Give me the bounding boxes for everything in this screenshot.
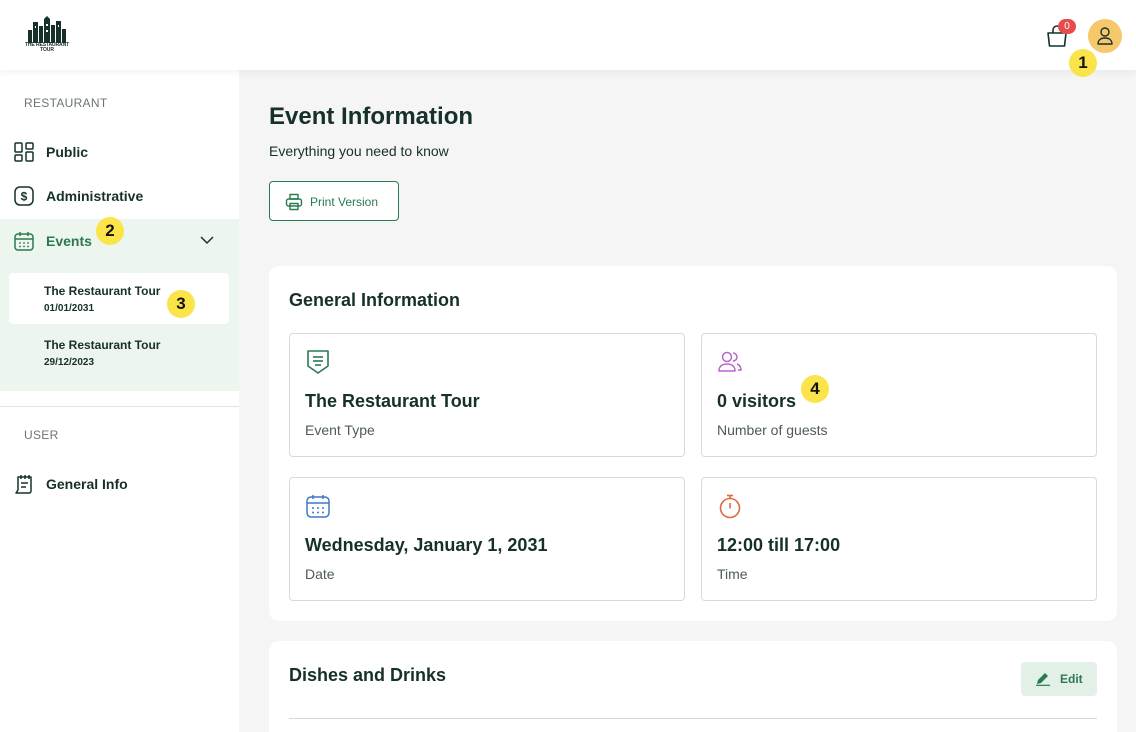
annotation-marker-1: 1: [1069, 49, 1097, 77]
page-title: Event Information: [269, 103, 474, 130]
annotation-marker-3: 3: [167, 290, 195, 318]
dishes-and-drinks-card: Dishes and Drinks Edit: [269, 641, 1117, 732]
sidebar-divider: [0, 406, 239, 407]
general-information-title: General Information: [289, 290, 461, 310]
sidebar-item-label: General Info: [46, 476, 128, 492]
restaurant-tour-logo[interactable]: THE RESTAURANT TOUR: [22, 16, 72, 54]
print-version-label: Print Version: [310, 195, 379, 209]
time-value: 12:00 till 17:00: [717, 535, 841, 555]
menu-shield-icon: [307, 350, 329, 374]
time-caption: Time: [717, 566, 748, 582]
card-divider: [289, 718, 1097, 719]
guests-icon: [718, 351, 742, 372]
svg-text:$: $: [21, 190, 28, 204]
sidebar-item-label: Public: [46, 144, 89, 160]
stopwatch-icon: [719, 494, 741, 519]
grid-icon: [14, 142, 34, 162]
event-type-caption: Event Type: [305, 422, 375, 438]
dishes-and-drinks-title: Dishes and Drinks: [289, 665, 447, 685]
user-icon: [1097, 27, 1113, 45]
pencil-icon: [1036, 673, 1050, 686]
date-tile: Wednesday, January 1, 2031 Date: [289, 477, 685, 601]
notepad-icon: [15, 475, 32, 494]
guests-value: 0 visitors: [717, 391, 797, 411]
section-label-user: USER: [24, 428, 59, 442]
date-caption: Date: [305, 566, 335, 582]
section-label-restaurant: RESTAURANT: [24, 96, 108, 110]
printer-icon: [285, 193, 303, 211]
cart-count-badge: 0: [1058, 19, 1076, 34]
event-item-2031[interactable]: The Restaurant Tour 01/01/2031: [9, 273, 229, 324]
guests-caption: Number of guests: [717, 422, 828, 438]
date-value: Wednesday, January 1, 2031: [305, 535, 548, 555]
sidebar-item-public[interactable]: Public: [0, 130, 239, 174]
event-type-tile: The Restaurant Tour Event Type: [289, 333, 685, 457]
event-item-date: 01/01/2031: [44, 303, 95, 314]
page-subtitle: Everything you need to know: [269, 143, 449, 159]
sidebar: RESTAURANT Public $ Administrative Event…: [0, 70, 239, 732]
sidebar-item-label: Events: [46, 233, 92, 249]
time-tile: 12:00 till 17:00 Time: [701, 477, 1097, 601]
event-item-date: 29/12/2023: [44, 357, 95, 368]
sidebar-item-label: Administrative: [46, 188, 144, 204]
annotation-marker-2: 2: [96, 217, 124, 245]
event-item-title: The Restaurant Tour: [44, 338, 161, 352]
sidebar-item-administrative[interactable]: $ Administrative: [0, 174, 239, 218]
sidebar-item-general-info[interactable]: General Info: [0, 462, 239, 506]
chevron-down-icon[interactable]: [200, 235, 214, 245]
dollar-icon: $: [14, 186, 34, 206]
user-avatar[interactable]: [1088, 19, 1122, 53]
events-group: Events The Restaurant Tour 01/01/2031 Th…: [0, 219, 239, 391]
event-item-title: The Restaurant Tour: [44, 284, 161, 298]
annotation-marker-4: 4: [801, 375, 829, 403]
edit-button[interactable]: Edit: [1021, 662, 1097, 696]
event-type-value: The Restaurant Tour: [305, 391, 480, 411]
event-item-2023[interactable]: The Restaurant Tour 29/12/2023: [9, 327, 229, 378]
calendar-icon: [306, 495, 330, 518]
print-version-button[interactable]: Print Version: [269, 181, 399, 221]
logo-icon: [28, 16, 66, 43]
top-bar: THE RESTAURANT TOUR 0: [0, 0, 1136, 70]
calendar-icon: [14, 232, 34, 251]
general-information-card: General Information The Restaurant Tour …: [269, 266, 1117, 621]
logo-text: THE RESTAURANT TOUR: [24, 42, 70, 53]
guests-tile: 0 visitors Number of guests: [701, 333, 1097, 457]
edit-label: Edit: [1060, 672, 1083, 686]
